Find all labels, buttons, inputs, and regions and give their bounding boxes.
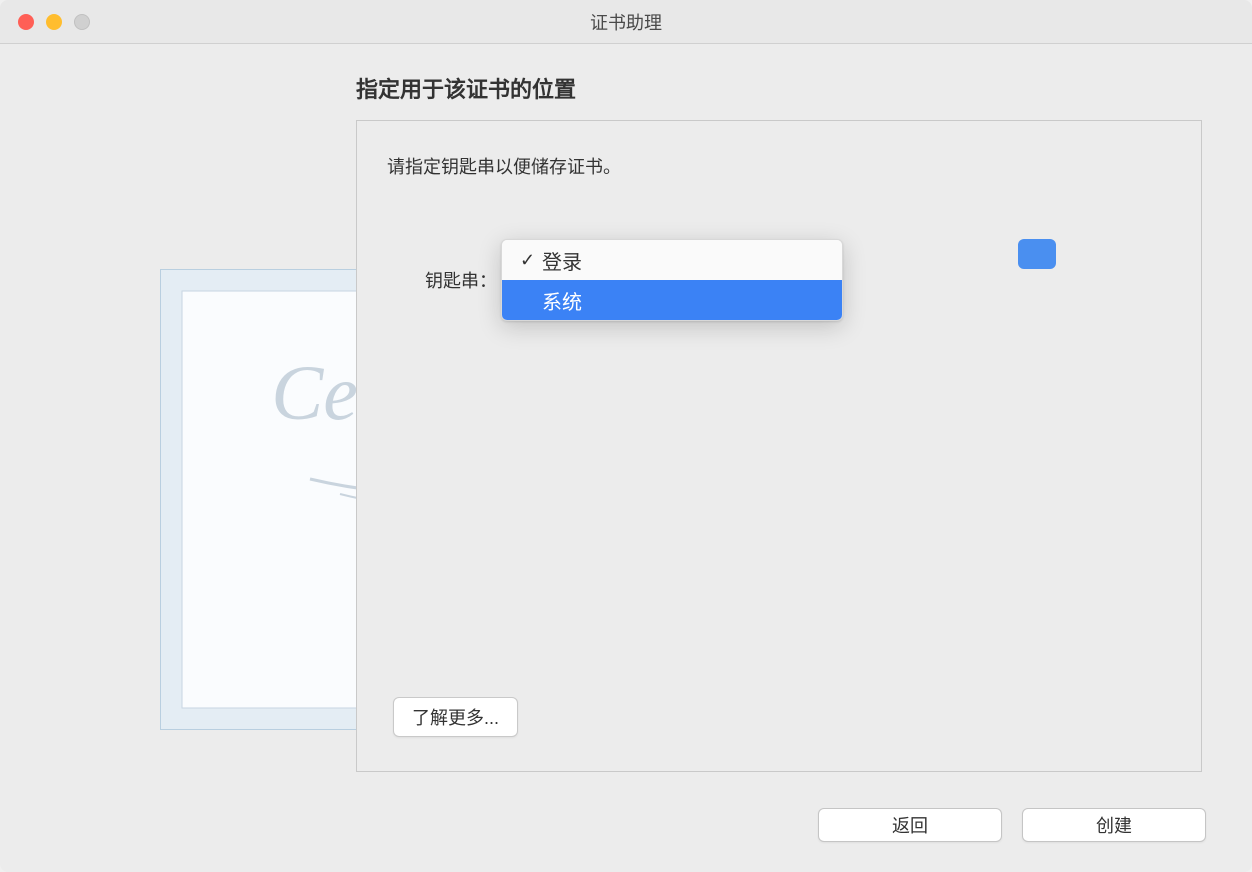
menu-item-system[interactable]: ✓ 系统	[502, 280, 842, 320]
menu-item-label: 系统	[542, 286, 582, 315]
dropdown-arrows-icon	[1018, 239, 1056, 269]
traffic-lights	[0, 14, 90, 30]
content-area: Certificate 指定用于该证书的位置 请指定钥匙串以便储存证书。 钥匙串…	[0, 44, 1252, 872]
keychain-label: 钥匙串：	[425, 267, 497, 293]
checkmark-icon: ✓	[520, 250, 542, 271]
keychain-dropdown-menu: ✓ 登录 ✓ 系统	[501, 239, 843, 321]
window-title: 证书助理	[590, 9, 662, 35]
menu-item-label: 登录	[542, 246, 582, 275]
instruction-text: 请指定钥匙串以便储存证书。	[387, 153, 1171, 179]
back-button[interactable]: 返回	[818, 808, 1002, 842]
main-panel: 请指定钥匙串以便储存证书。 钥匙串： ✓ 登录 ✓ 系统	[356, 120, 1202, 772]
maximize-button[interactable]	[74, 14, 90, 30]
close-button[interactable]	[18, 14, 34, 30]
keychain-row: 钥匙串： ✓ 登录 ✓ 系统	[425, 239, 1171, 321]
page-heading: 指定用于该证书的位置	[356, 72, 1206, 104]
window: 证书助理 Certificate 指定用于该证书的位置 请指定钥匙串以便储存证书…	[0, 0, 1252, 872]
menu-item-login[interactable]: ✓ 登录	[502, 240, 842, 280]
footer-buttons: 返回 创建	[818, 808, 1206, 842]
titlebar: 证书助理	[0, 0, 1252, 44]
learn-more-button[interactable]: 了解更多...	[393, 697, 518, 737]
create-button[interactable]: 创建	[1022, 808, 1206, 842]
minimize-button[interactable]	[46, 14, 62, 30]
